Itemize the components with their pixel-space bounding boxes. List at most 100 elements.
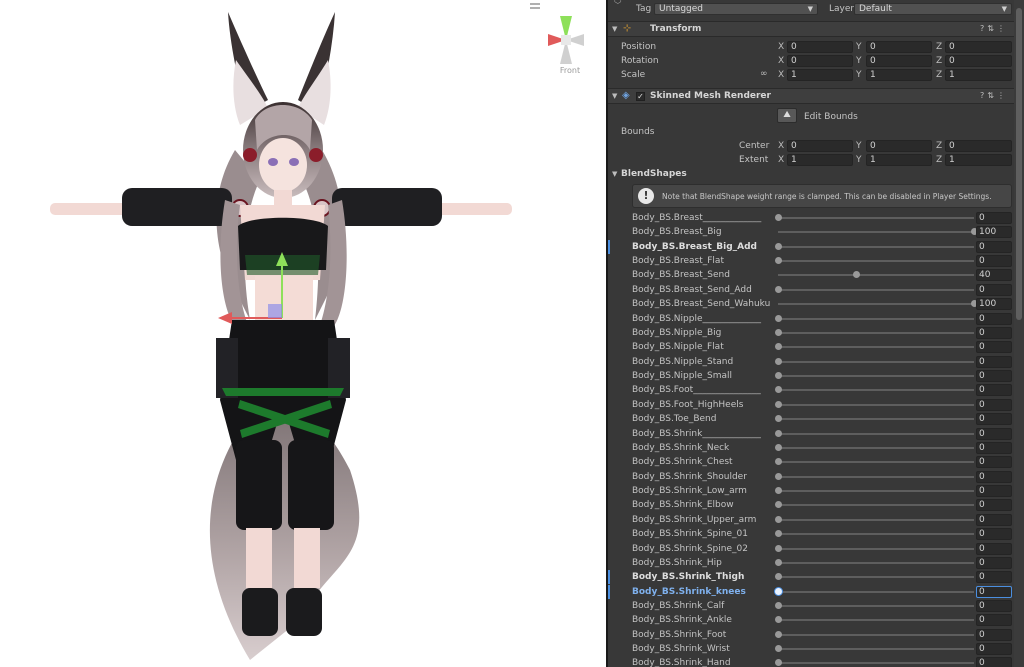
blendshape-slider-track[interactable]	[778, 576, 974, 579]
blendshape-value-field[interactable]: 0	[976, 657, 1012, 667]
blendshape-value-field[interactable]: 0	[976, 384, 1012, 397]
blendshape-slider-thumb[interactable]	[775, 501, 782, 509]
blendshape-value-field[interactable]: 0	[976, 528, 1012, 541]
blendshape-slider-thumb[interactable]	[775, 314, 782, 322]
blendshape-row[interactable]: Body_BS.Nipple_____________ 0	[608, 312, 1014, 326]
blendshape-slider-thumb[interactable]	[775, 328, 782, 336]
blendshape-slider-thumb[interactable]	[775, 343, 782, 351]
blendshape-slider-track[interactable]	[778, 346, 974, 349]
view-gizmo-label[interactable]: Front	[552, 66, 588, 75]
position-z-field[interactable]: 0	[945, 41, 1012, 53]
blendshape-row[interactable]: Body_BS.Nipple_Stand 0	[608, 355, 1014, 369]
foldout-arrow-icon[interactable]: ▼	[612, 170, 617, 178]
axis-y-label[interactable]: Y	[856, 141, 862, 151]
foldout-arrow-icon[interactable]: ▼	[612, 92, 617, 100]
blendshape-row[interactable]: Body_BS.Breast_Big 100	[608, 225, 1014, 239]
blendshape-value-field[interactable]: 0	[976, 283, 1012, 296]
blendshape-slider-thumb[interactable]	[775, 357, 782, 365]
blendshape-slider-track[interactable]	[778, 547, 974, 550]
blendshape-value-field[interactable]: 40	[976, 269, 1012, 282]
blendshape-slider-thumb[interactable]	[775, 429, 782, 437]
blendshape-row[interactable]: Body_BS.Foot_______________ 0	[608, 383, 1014, 397]
blendshape-row[interactable]: Body_BS.Shrink_Hand 0	[608, 656, 1014, 667]
blendshape-slider-thumb[interactable]	[775, 630, 782, 638]
blendshape-slider-track[interactable]	[778, 274, 974, 277]
blendshape-slider-thumb[interactable]	[775, 386, 782, 394]
blendshape-row[interactable]: Body_BS.Shrink_____________ 0	[608, 427, 1014, 441]
blendshape-slider-track[interactable]	[778, 360, 974, 363]
blendshape-slider-track[interactable]	[778, 633, 974, 636]
blendshape-slider-track[interactable]	[778, 288, 974, 291]
axis-y-label[interactable]: Y	[856, 56, 862, 66]
blendshape-slider-thumb[interactable]	[775, 645, 782, 653]
blendshape-value-field[interactable]: 0	[976, 398, 1012, 411]
axis-x-label[interactable]: X	[778, 56, 784, 66]
blendshape-row[interactable]: Body_BS.Breast_____________ 0	[608, 211, 1014, 225]
rotation-x-field[interactable]: 0	[787, 55, 853, 67]
center-z-field[interactable]: 0	[945, 140, 1012, 152]
blendshape-slider-thumb[interactable]	[853, 271, 861, 279]
blendshape-slider-track[interactable]	[778, 619, 974, 622]
blendshape-row[interactable]: Body_BS.Shrink_Spine_01 0	[608, 527, 1014, 541]
blendshape-slider-track[interactable]	[778, 403, 974, 406]
blendshape-slider-track[interactable]	[778, 245, 974, 248]
layer-dropdown[interactable]: Default ▼	[854, 3, 1012, 15]
blendshape-row[interactable]: Body_BS.Breast_Send_Wahuku 100	[608, 297, 1014, 311]
blendshape-slider-thumb[interactable]	[775, 214, 782, 221]
blendshape-slider-thumb[interactable]	[775, 530, 782, 538]
axis-z-label[interactable]: Z	[936, 42, 942, 52]
blendshape-row[interactable]: Body_BS.Foot_HighHeels 0	[608, 398, 1014, 412]
blendshape-slider-thumb[interactable]	[775, 487, 782, 495]
blendshape-slider-track[interactable]	[778, 317, 974, 320]
scale-z-field[interactable]: 1	[945, 69, 1012, 81]
blendshape-value-field[interactable]: 0	[976, 312, 1012, 325]
axis-x-label[interactable]: X	[778, 42, 784, 52]
avatar-model[interactable]	[0, 0, 606, 667]
blendshape-value-field[interactable]: 0	[976, 326, 1012, 339]
blendshape-slider-track[interactable]	[778, 461, 974, 464]
constrain-proportions-icon[interactable]: ∞	[760, 69, 768, 79]
blendshape-slider-track[interactable]	[778, 490, 974, 493]
blendshape-slider-track[interactable]	[778, 648, 974, 651]
scrollbar-thumb[interactable]	[1016, 8, 1022, 320]
blendshape-row[interactable]: Body_BS.Shrink_Neck 0	[608, 441, 1014, 455]
center-y-field[interactable]: 0	[866, 140, 932, 152]
blendshapes-label[interactable]: BlendShapes	[621, 169, 687, 179]
blendshape-slider-track[interactable]	[778, 217, 974, 219]
blendshape-row[interactable]: Body_BS.Shrink_Ankle 0	[608, 613, 1014, 627]
blendshape-row[interactable]: Body_BS.Toe_Bend 0	[608, 412, 1014, 426]
axis-y-label[interactable]: Y	[856, 42, 862, 52]
blendshape-slider-track[interactable]	[778, 604, 974, 607]
foldout-arrow-icon[interactable]: ▼	[612, 25, 617, 33]
axis-z-label[interactable]: Z	[936, 155, 942, 165]
component-menu-icons[interactable]: ?⇅⋮	[980, 24, 1008, 33]
blendshape-slider-thumb[interactable]	[775, 544, 782, 552]
blendshape-row[interactable]: Body_BS.Nipple_Big 0	[608, 326, 1014, 340]
blendshape-row[interactable]: Body_BS.Shrink_knees 0	[608, 585, 1014, 599]
blendshape-slider-track[interactable]	[778, 561, 974, 564]
blendshape-slider-thumb[interactable]	[775, 616, 782, 624]
blendshape-value-field[interactable]: 0	[976, 355, 1012, 368]
tag-dropdown[interactable]: Untagged ▼	[654, 3, 818, 15]
blendshape-slider-track[interactable]	[778, 504, 974, 507]
blendshape-value-field[interactable]: 0	[976, 599, 1012, 612]
blendshape-row[interactable]: Body_BS.Shrink_Spine_02 0	[608, 542, 1014, 556]
blendshape-slider-track[interactable]	[778, 389, 974, 392]
blendshape-value-field[interactable]: 0	[976, 212, 1012, 224]
blendshape-slider-track[interactable]	[778, 331, 974, 334]
blendshape-value-field[interactable]: 0	[976, 513, 1012, 526]
blendshape-value-field[interactable]: 0	[976, 485, 1012, 498]
blendshape-row[interactable]: Body_BS.Shrink_Upper_arm 0	[608, 513, 1014, 527]
blendshape-value-field[interactable]: 100	[976, 298, 1012, 311]
axis-z-label[interactable]: Z	[936, 56, 942, 66]
blendshape-value-field[interactable]: 0	[976, 427, 1012, 440]
blendshape-row[interactable]: Body_BS.Shrink_Low_arm 0	[608, 484, 1014, 498]
blendshape-row[interactable]: Body_BS.Shrink_Foot 0	[608, 628, 1014, 642]
blendshape-row[interactable]: Body_BS.Shrink_Chest 0	[608, 455, 1014, 469]
blendshape-row[interactable]: Body_BS.Breast_Big_Add 0	[608, 240, 1014, 254]
blendshape-slider-thumb[interactable]	[775, 443, 782, 451]
rotation-z-field[interactable]: 0	[945, 55, 1012, 67]
blendshape-row[interactable]: Body_BS.Breast_Flat 0	[608, 254, 1014, 268]
scene-view[interactable]: Front	[0, 0, 606, 667]
blendshape-slider-track[interactable]	[778, 303, 974, 306]
